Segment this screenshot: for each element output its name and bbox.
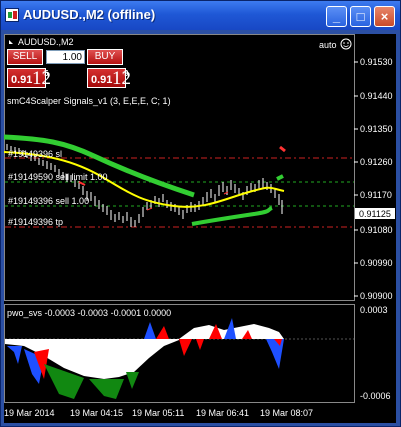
sell-order-label: #19149396 sell 1.00 bbox=[8, 196, 89, 206]
title-bar[interactable]: AUDUSD.,M2 (offline) _ □ × bbox=[1, 1, 400, 30]
buy-quote[interactable]: 0.91 12 9 bbox=[87, 68, 131, 89]
close-button[interactable]: × bbox=[374, 6, 395, 27]
price-level-label: 0.91170 bbox=[360, 190, 392, 200]
symbol-label: AUDUSD.,M2 bbox=[18, 37, 74, 47]
chart-app-icon bbox=[5, 8, 19, 22]
signal-arrow-green bbox=[276, 174, 284, 181]
price-level-label: 0.90990 bbox=[360, 258, 393, 268]
time-axis: 19 Mar 2014 19 Mar 04:15 19 Mar 05:11 19… bbox=[4, 408, 313, 418]
one-click-trade-panel: SELL 1.00 BUY 0.91 12 5 0.91 12 9 bbox=[7, 49, 155, 91]
sell-quote-sup: 5 bbox=[44, 69, 49, 78]
price-level-label: 0.90900 bbox=[360, 291, 393, 301]
minimize-button[interactable]: _ bbox=[326, 6, 347, 27]
sub-scale-bottom: -0.0006 bbox=[360, 391, 391, 401]
chart-canvas[interactable]: 0.91530 0.91440 0.91350 0.91260 0.91170 … bbox=[4, 34, 396, 423]
buy-quote-sup: 9 bbox=[124, 69, 129, 78]
price-level-label: 0.91530 bbox=[360, 57, 393, 67]
time-label: 19 Mar 05:11 bbox=[132, 408, 184, 418]
chart-window: AUDUSD.,M2 (offline) _ □ × 0.91530 0.914… bbox=[0, 0, 401, 427]
price-scale: 0.91530 0.91440 0.91350 0.91260 0.91170 … bbox=[354, 57, 393, 301]
sub-scale-top: 0.0003 bbox=[360, 305, 388, 315]
symbol-dropdown-icon bbox=[9, 40, 13, 44]
price-level-label: 0.91080 bbox=[360, 225, 393, 235]
time-label: 19 Mar 04:15 bbox=[70, 408, 123, 418]
tp-order-label: #19149396 tp bbox=[8, 217, 63, 227]
pwo-histogram bbox=[5, 318, 354, 399]
signal-red-2 bbox=[279, 145, 286, 153]
chart-area[interactable]: 0.91530 0.91440 0.91350 0.91260 0.91170 … bbox=[4, 34, 396, 423]
buy-button[interactable]: BUY bbox=[87, 49, 123, 65]
window-title: AUDUSD.,M2 (offline) bbox=[23, 7, 156, 22]
sell-limit-order-label: #19149590 sell limit 1.00 bbox=[8, 172, 108, 182]
buy-quote-prefix: 0.91 bbox=[91, 74, 113, 86]
indicator-label: smC4Scalper Signals_v1 (3, E,E,E, C; 1) bbox=[7, 96, 171, 106]
maximize-button[interactable]: □ bbox=[350, 6, 371, 27]
minimize-icon: _ bbox=[332, 9, 341, 24]
lot-size-input[interactable]: 1.00 bbox=[46, 50, 85, 64]
time-label: 19 Mar 06:41 bbox=[196, 408, 249, 418]
sub-indicator-label: pwo_svs -0.0003 -0.0003 -0.0001 0.0000 bbox=[7, 308, 171, 318]
time-label: 19 Mar 08:07 bbox=[260, 408, 313, 418]
sell-quote[interactable]: 0.91 12 5 bbox=[7, 68, 51, 89]
sl-order-label: #19149396 sl bbox=[8, 149, 62, 159]
time-label: 19 Mar 2014 bbox=[4, 408, 55, 418]
sell-button[interactable]: SELL bbox=[7, 49, 43, 65]
price-level-label: 0.91350 bbox=[360, 124, 393, 134]
sell-quote-prefix: 0.91 bbox=[11, 74, 33, 86]
maximize-icon: □ bbox=[356, 9, 365, 24]
trend-line-green-lower bbox=[191, 206, 273, 226]
price-level-label: 0.91440 bbox=[360, 91, 393, 101]
trend-line-green-upper bbox=[4, 134, 195, 198]
auto-mode-label: auto bbox=[319, 40, 337, 50]
close-icon: × bbox=[380, 9, 389, 24]
current-price-label: 0.91125 bbox=[359, 209, 391, 219]
price-level-label: 0.91260 bbox=[360, 157, 393, 167]
smiley-icon bbox=[340, 38, 352, 50]
